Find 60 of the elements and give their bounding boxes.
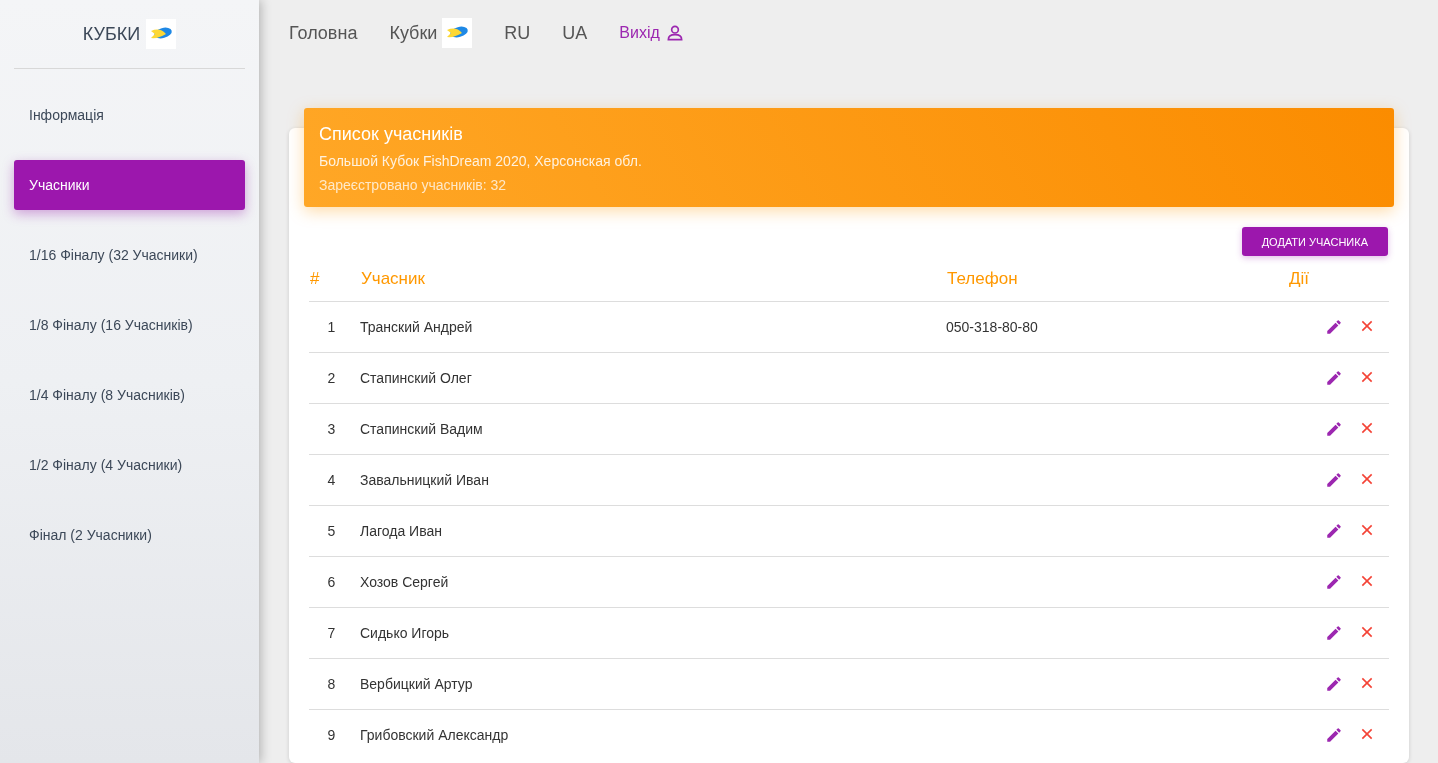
table-cell-text: Вербицкий Артур	[359, 676, 474, 692]
participant-count: Зареєстровано учасників: 32	[319, 177, 508, 193]
card-title: Список учасників	[319, 124, 464, 145]
edit-icon[interactable]	[1325, 573, 1343, 591]
table-cell-text: 8	[326, 676, 337, 692]
table-cell-text: Стапинский Олег	[359, 370, 473, 386]
logout-link[interactable]: Вихід	[619, 24, 660, 42]
close-icon[interactable]	[1359, 624, 1375, 640]
close-icon[interactable]	[1359, 522, 1375, 538]
card-subtitle: Большой Кубок FishDream 2020, Херсонская обл.	[319, 153, 643, 169]
table-cell-text: Хозов Сергей	[359, 574, 450, 590]
table-cell-text: Сидько Игорь	[359, 625, 451, 641]
edit-icon[interactable]	[1325, 318, 1343, 336]
fish-logo-icon	[442, 18, 473, 48]
table-cell-text: Грибовский Александр	[359, 727, 510, 743]
column-header: #	[309, 268, 321, 289]
close-icon[interactable]	[1359, 369, 1375, 385]
table-cell-text: Завальницкий Иван	[359, 472, 490, 488]
sidebar-item[interactable]: 1/8 Фіналу (16 Учасників)	[14, 300, 245, 350]
sidebar-item[interactable]: 1/16 Фіналу (32 Учасники)	[14, 230, 245, 280]
table-cell-text: 2	[326, 370, 337, 386]
close-icon[interactable]	[1359, 318, 1375, 334]
sidebar-item[interactable]: Інформація	[14, 90, 245, 140]
table-cell-text: 5	[326, 523, 337, 539]
table-cell-text: 3	[326, 421, 337, 437]
sidebar-item[interactable]: 1/2 Фіналу (4 Учасники)	[14, 440, 245, 490]
edit-icon[interactable]	[1325, 420, 1343, 438]
edit-icon[interactable]	[1325, 471, 1343, 489]
nav-link[interactable]: RU	[504, 22, 531, 44]
table-cell: 050-318-80-80	[946, 319, 1038, 335]
sidebar-item[interactable]: 1/4 Фіналу (8 Учасників)	[14, 370, 245, 420]
table-cell-text: Транский Андрей	[359, 319, 474, 335]
table-cell-text: 1	[326, 319, 337, 335]
column-header: Дії	[1289, 268, 1310, 289]
table-cell-text: Стапинский Вадим	[359, 421, 484, 437]
edit-icon[interactable]	[1325, 369, 1343, 387]
close-icon[interactable]	[1359, 675, 1375, 691]
table-cell-text: 6	[326, 574, 337, 590]
nav-link[interactable]: UA	[562, 22, 588, 44]
table-cell-text: 4	[326, 472, 337, 488]
close-icon[interactable]	[1359, 471, 1375, 487]
column-header: Телефон	[947, 268, 1019, 289]
brand-title[interactable]: КУБКИ	[82, 23, 141, 45]
edit-icon[interactable]	[1325, 726, 1343, 744]
sidebar-item[interactable]: Фінал (2 Учасники)	[14, 510, 245, 560]
add-participant-button[interactable]: ДОДАТИ УЧАСНИКА	[1241, 227, 1388, 256]
table-cell-text: 9	[326, 727, 337, 743]
nav-link[interactable]: Кубки	[389, 22, 438, 44]
table-cell-text: Лагода Иван	[359, 523, 443, 539]
edit-icon[interactable]	[1325, 624, 1343, 642]
fish-logo-icon	[146, 19, 177, 49]
table-cell-text: 7	[326, 625, 337, 641]
close-icon[interactable]	[1359, 726, 1375, 742]
close-icon[interactable]	[1359, 420, 1375, 436]
close-icon[interactable]	[1359, 573, 1375, 589]
column-header: Учасник	[360, 268, 426, 289]
nav-link[interactable]: Головна	[289, 22, 358, 44]
edit-icon[interactable]	[1325, 522, 1343, 540]
sidebar-item[interactable]: Учасники	[14, 160, 245, 210]
edit-icon[interactable]	[1325, 675, 1343, 693]
